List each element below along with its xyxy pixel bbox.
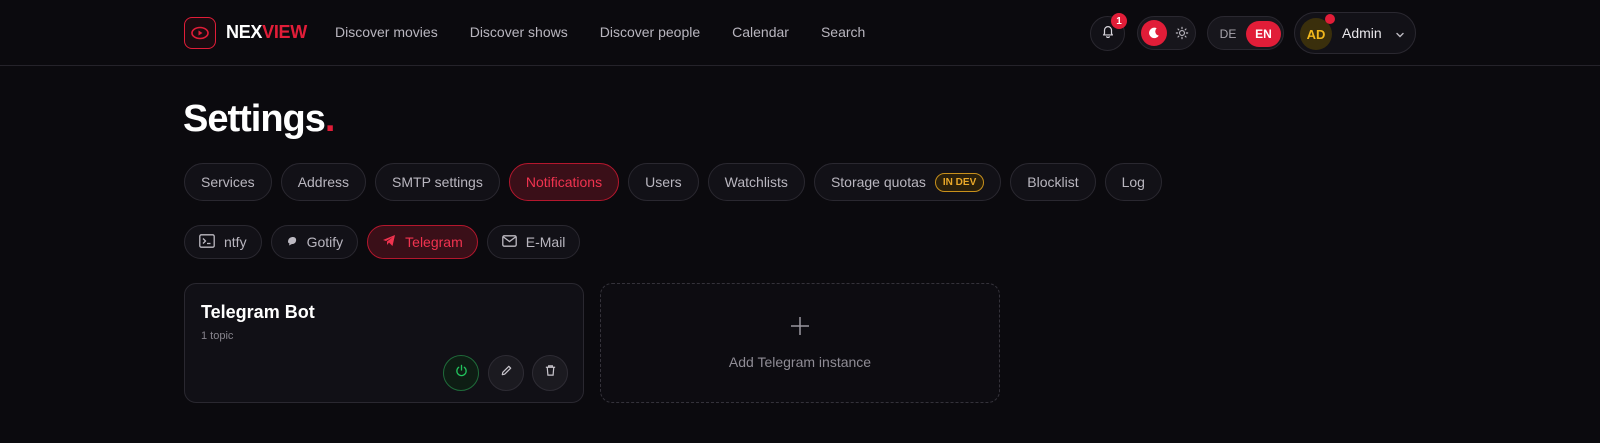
tab-storage-quotas[interactable]: Storage quotas IN DEV <box>813 163 1002 201</box>
in-dev-badge: IN DEV <box>934 172 985 192</box>
terminal-icon <box>199 233 215 251</box>
tab-label: Watchlists <box>724 174 788 190</box>
tab-label: Address <box>297 174 350 190</box>
tab-label: SMTP settings <box>392 174 483 190</box>
instance-topic-count: 1 topic <box>201 330 234 342</box>
tab-blocklist[interactable]: Blocklist <box>1010 163 1096 201</box>
subtab-label: ntfy <box>224 234 247 250</box>
add-telegram-instance-card[interactable]: Add Telegram instance <box>600 283 1000 403</box>
subtab-ntfy[interactable]: ntfy <box>184 225 262 259</box>
tab-label: Notifications <box>525 174 603 190</box>
tab-smtp-settings[interactable]: SMTP settings <box>375 163 500 201</box>
page-title-dot: . <box>324 98 336 140</box>
sun-icon[interactable] <box>1171 22 1193 44</box>
subtab-telegram[interactable]: Telegram <box>367 225 478 259</box>
tab-notifications[interactable]: Notifications <box>508 163 620 201</box>
instance-title: Telegram Bot <box>201 302 315 322</box>
theme-toggle[interactable] <box>1137 16 1196 50</box>
page-title-text: Settings <box>183 98 326 140</box>
tab-label: Storage quotas <box>830 174 926 190</box>
tab-address[interactable]: Address <box>280 163 367 201</box>
tab-label: Log <box>1121 174 1145 190</box>
language-switcher: DE EN <box>1207 16 1284 50</box>
brand-logo-text[interactable]: NEXVIEW <box>226 22 307 43</box>
nav-discover-movies[interactable]: Discover movies <box>335 24 438 40</box>
tab-watchlists[interactable]: Watchlists <box>707 163 805 201</box>
tab-label: Users <box>645 174 682 190</box>
avatar-status-dot <box>1325 14 1335 24</box>
tab-log[interactable]: Log <box>1104 163 1162 201</box>
delete-instance-button[interactable] <box>532 355 568 391</box>
bell-icon <box>1101 24 1115 43</box>
brand-part-1: NEX <box>226 22 263 42</box>
user-name: Admin <box>1342 25 1382 41</box>
power-icon <box>455 364 468 382</box>
top-navigation-bar: NEXVIEW Discover movies Discover shows D… <box>0 0 1600 66</box>
language-de-button[interactable]: DE <box>1214 24 1242 44</box>
tab-services[interactable]: Services <box>184 163 272 201</box>
telegram-icon <box>382 234 396 250</box>
toggle-instance-button[interactable] <box>443 355 479 391</box>
user-menu-button[interactable]: AD Admin <box>1294 12 1416 54</box>
subtab-email[interactable]: E-Mail <box>486 225 581 259</box>
add-instance-label: Add Telegram instance <box>728 354 872 370</box>
nav-discover-people[interactable]: Discover people <box>600 24 700 40</box>
logo-eye-icon[interactable] <box>184 17 216 49</box>
brand-part-2: VIEW <box>262 22 307 42</box>
pencil-icon <box>500 364 513 382</box>
nav-search[interactable]: Search <box>821 24 865 40</box>
settings-tabs: Services Address SMTP settings Notificat… <box>184 163 1162 201</box>
subtab-label: Telegram <box>405 234 463 250</box>
telegram-instance-card: Telegram Bot 1 topic <box>184 283 584 403</box>
nav-discover-shows[interactable]: Discover shows <box>470 24 568 40</box>
tab-users[interactable]: Users <box>628 163 699 201</box>
nav-calendar[interactable]: Calendar <box>732 24 789 40</box>
trash-icon <box>544 364 557 382</box>
subtab-label: Gotify <box>306 234 344 250</box>
moon-icon[interactable] <box>1141 20 1167 46</box>
tab-label: Blocklist <box>1027 174 1079 190</box>
edit-instance-button[interactable] <box>488 355 524 391</box>
plus-icon <box>790 316 810 341</box>
chevron-down-icon <box>1395 27 1405 45</box>
tab-label: Services <box>201 174 255 190</box>
notification-provider-tabs: ntfy Gotify Telegram E-Mail <box>184 225 581 259</box>
page-title: Settings. <box>183 98 336 141</box>
main-nav: Discover movies Discover shows Discover … <box>335 24 865 40</box>
notification-count-badge: 1 <box>1111 13 1127 29</box>
mail-icon <box>501 234 517 250</box>
subtab-gotify[interactable]: Gotify <box>270 225 359 259</box>
gotify-icon <box>286 234 298 250</box>
subtab-label: E-Mail <box>525 234 566 250</box>
language-en-button[interactable]: EN <box>1246 21 1281 47</box>
